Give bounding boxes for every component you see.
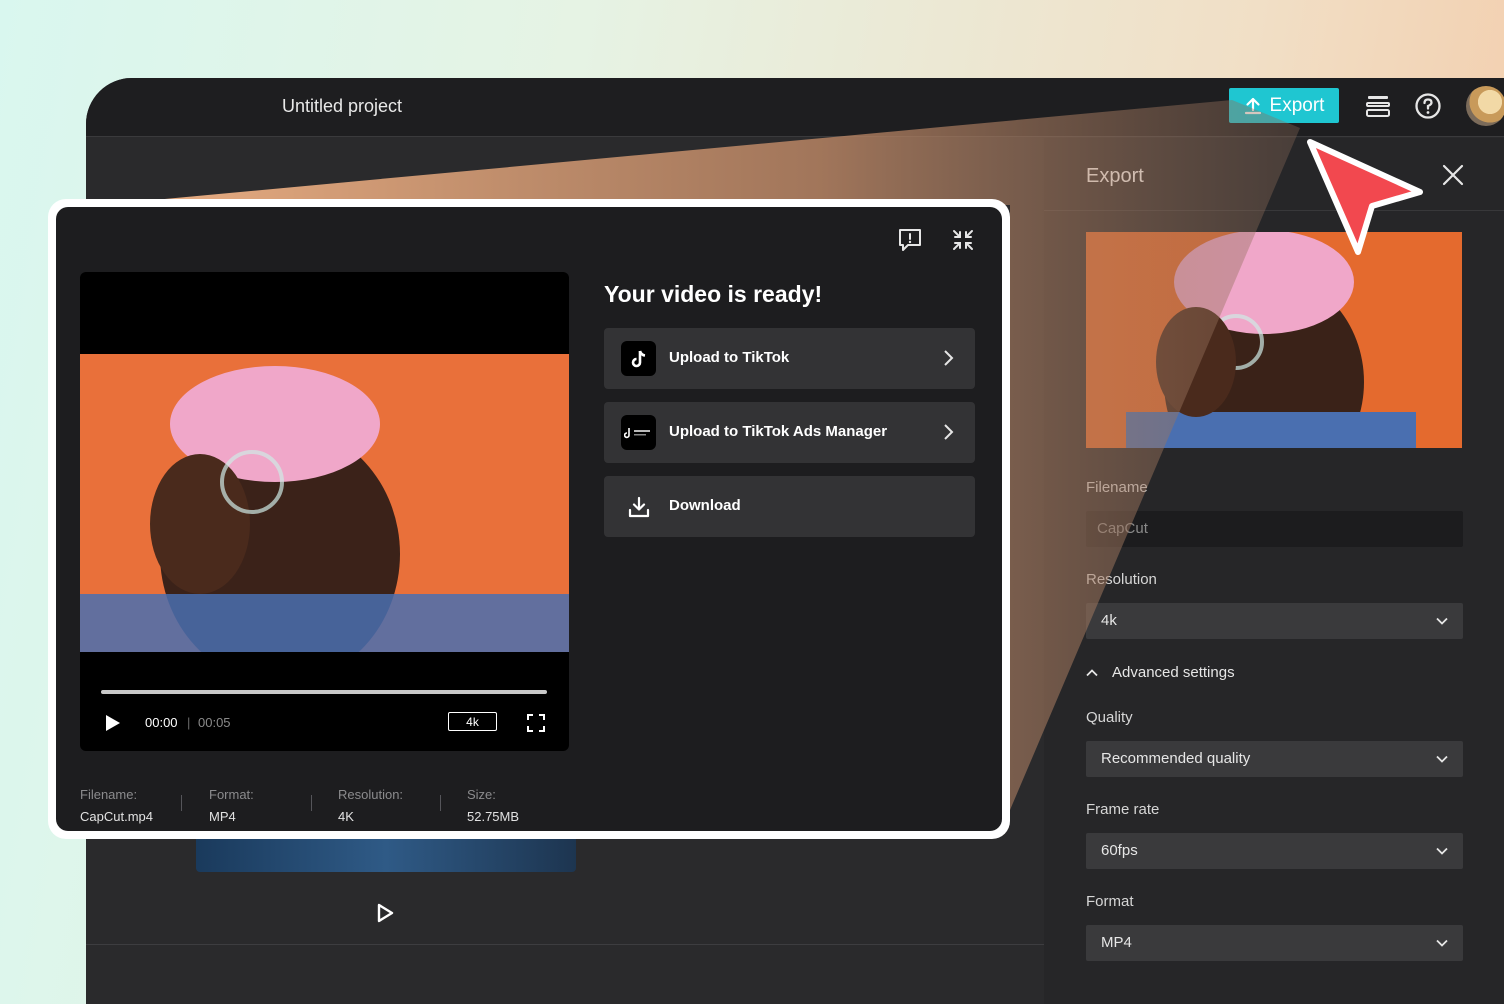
panel-divider [1044, 210, 1504, 211]
chevron-up-icon [1086, 668, 1098, 676]
meta-filename-value: CapCut.mp4 [80, 809, 153, 824]
video-player[interactable]: 00:00 | 00:05 4k [80, 272, 569, 751]
format-select[interactable]: MP4 [1086, 925, 1463, 961]
chevron-right-icon [944, 350, 954, 366]
resolution-label: Resolution [1086, 571, 1157, 588]
resolution-select[interactable]: 4k [1086, 603, 1463, 639]
advanced-settings-label: Advanced settings [1112, 664, 1235, 681]
meta-format-label: Format: [209, 787, 254, 802]
export-panel: Export Filename CapCut Resolution 4k Adv… [1044, 138, 1504, 1004]
meta-size-value: 52.75MB [467, 809, 520, 824]
framerate-value: 60fps [1101, 842, 1138, 859]
export-button-label: Export [1269, 94, 1325, 116]
framerate-label: Frame rate [1086, 801, 1160, 818]
chevron-right-icon [944, 424, 954, 440]
video-progress-bar[interactable] [101, 690, 547, 694]
modal-body: 00:00 | 00:05 4k Your video is ready! Up… [56, 207, 1002, 831]
help-icon[interactable] [1414, 92, 1442, 120]
quality-badge[interactable]: 4k [448, 712, 497, 731]
upload-tiktok-ads-button[interactable]: Upload to TikTok Ads Manager [604, 402, 975, 463]
chevron-down-icon [1436, 847, 1448, 855]
time-separator: | [187, 715, 191, 730]
meta-separator [181, 795, 182, 811]
filename-label: Filename [1086, 479, 1148, 496]
timeline-divider [86, 944, 1046, 945]
current-time: 00:00 [145, 715, 178, 730]
format-value: MP4 [1101, 934, 1132, 951]
upload-tiktok-label: Upload to TikTok [669, 349, 790, 366]
meta-separator [440, 795, 441, 811]
upload-tiktok-button[interactable]: Upload to TikTok [604, 328, 975, 389]
quality-value: Recommended quality [1101, 750, 1251, 767]
tiktok-business-icon [621, 415, 656, 450]
upload-icon [1244, 97, 1261, 114]
meta-resolution-label: Resolution: [338, 787, 404, 802]
video-preview [80, 354, 569, 652]
export-button[interactable]: Export [1229, 88, 1339, 123]
duration: 00:05 [198, 715, 231, 730]
export-thumbnail [1086, 232, 1462, 448]
upload-tiktok-ads-label: Upload to TikTok Ads Manager [669, 423, 888, 440]
framerate-select[interactable]: 60fps [1086, 833, 1463, 869]
avatar[interactable] [1466, 86, 1504, 126]
meta-format-value: MP4 [209, 809, 236, 824]
download-icon [621, 489, 656, 524]
play-icon[interactable] [104, 713, 122, 733]
play-icon[interactable] [374, 902, 396, 924]
download-button[interactable]: Download [604, 476, 975, 537]
chevron-down-icon [1436, 939, 1448, 947]
quality-label: Quality [1086, 709, 1133, 726]
meta-size-label: Size: [467, 787, 496, 802]
meta-separator [311, 795, 312, 811]
top-bar: Untitled project Export [86, 78, 1504, 137]
format-label: Format [1086, 893, 1134, 910]
ready-title: Your video is ready! [604, 281, 823, 307]
fullscreen-icon[interactable] [527, 714, 545, 732]
project-title[interactable]: Untitled project [282, 96, 402, 117]
cursor-pointer-icon [1307, 139, 1423, 255]
layers-icon[interactable] [1364, 92, 1392, 120]
quality-select[interactable]: Recommended quality [1086, 741, 1463, 777]
feedback-icon[interactable] [897, 227, 923, 253]
download-label: Download [669, 497, 741, 514]
advanced-settings-toggle[interactable]: Advanced settings [1086, 664, 1235, 681]
chevron-down-icon [1436, 755, 1448, 763]
video-ready-modal: 00:00 | 00:05 4k Your video is ready! Up… [48, 199, 1010, 839]
chevron-down-icon [1436, 617, 1448, 625]
meta-filename-label: Filename: [80, 787, 138, 802]
resolution-value: 4k [1101, 612, 1117, 629]
meta-resolution-value: 4K [338, 809, 354, 824]
filename-input[interactable]: CapCut [1086, 511, 1463, 547]
close-icon[interactable] [1440, 162, 1466, 188]
tiktok-icon [621, 341, 656, 376]
export-panel-title: Export [1086, 165, 1144, 187]
collapse-icon[interactable] [950, 227, 976, 253]
